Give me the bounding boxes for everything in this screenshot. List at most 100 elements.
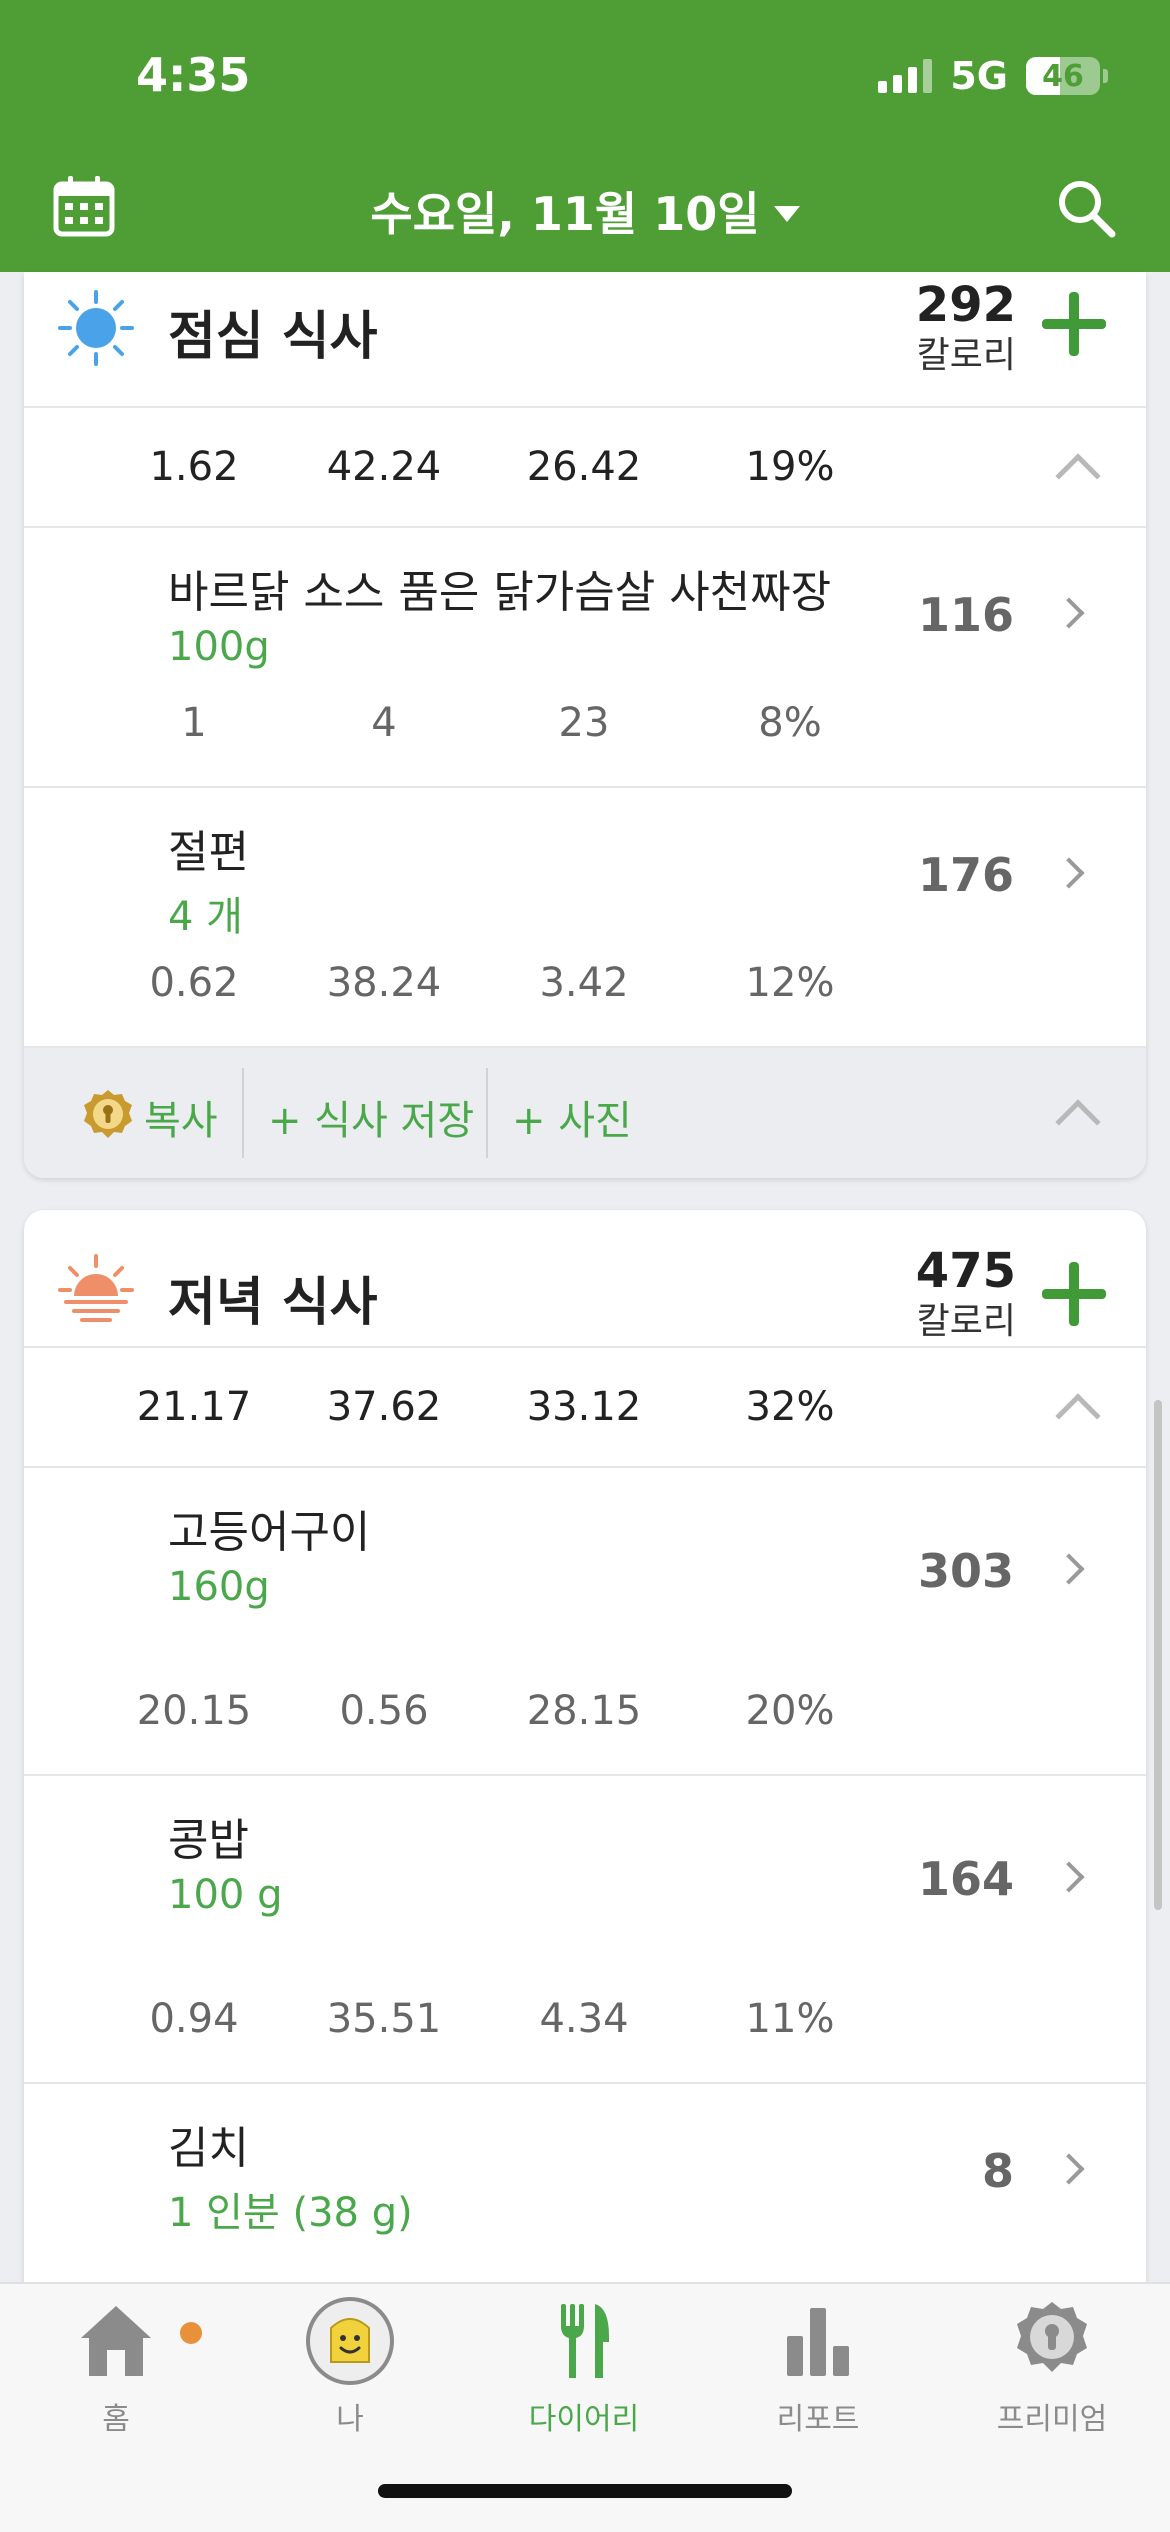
- food-item[interactable]: 바르닭 소스 품은 닭가슴살 사천짜장 100g 116 1 4 23 8%: [24, 528, 1146, 788]
- signal-icon: [878, 59, 933, 93]
- food-protein: 23: [558, 700, 610, 746]
- tab-label: 홈: [102, 2402, 130, 2437]
- bar-chart-icon: [787, 2308, 849, 2376]
- food-protein: 28.15: [526, 1688, 642, 1734]
- home-indicator: [378, 2484, 792, 2498]
- food-name: 고등어구이: [168, 1507, 371, 1558]
- dinner-rdi-total: 32%: [745, 1384, 835, 1430]
- dinner-calories: 475 칼로리: [916, 1242, 1016, 1344]
- food-quantity: 100g: [168, 624, 270, 670]
- save-meal-button[interactable]: + 식사 저장: [268, 1088, 474, 1146]
- food-fat: 0.62: [149, 960, 239, 1006]
- notification-dot: [180, 2322, 202, 2344]
- tab-label: 다이어리: [528, 2402, 640, 2437]
- tab-diary[interactable]: 다이어리: [484, 2296, 684, 2438]
- food-item[interactable]: 콩밥 100 g 164 0.94 35.51 4.34 11%: [24, 1776, 1146, 2084]
- status-time: 4:35: [136, 48, 251, 102]
- dinner-card: 저녁 식사 475 칼로리 21.17 37.62 33.12 32% 고등어구…: [24, 1210, 1146, 2290]
- fork-knife-icon: [561, 2304, 609, 2378]
- date-selector[interactable]: 수요일, 11월 10일: [0, 178, 1170, 244]
- food-rdi: 11%: [745, 1996, 835, 2042]
- battery-level: 46: [1042, 58, 1084, 94]
- food-calories: 8: [981, 2144, 1014, 2198]
- divider: [242, 1068, 244, 1158]
- collapse-chevron-icon[interactable]: [1055, 453, 1101, 499]
- status-indicators: 5G 46: [878, 54, 1108, 98]
- food-calories: 116: [917, 588, 1014, 642]
- food-item[interactable]: 김치 1 인분 (38 g) 8: [24, 2084, 1146, 2290]
- lunch-header[interactable]: 점심 식사 292 칼로리: [24, 272, 1146, 408]
- dinner-title: 저녁 식사: [168, 1273, 378, 1333]
- tab-report[interactable]: 리포트: [718, 2296, 918, 2438]
- lunch-title: 점심 식사: [168, 307, 378, 367]
- dinner-calories-unit: 칼로리: [916, 1301, 1016, 1342]
- food-carbs: 4: [371, 700, 397, 746]
- tab-label: 프리미엄: [996, 2402, 1108, 2437]
- food-fat: 1: [181, 700, 207, 746]
- avatar-icon: [306, 2297, 394, 2385]
- lunch-rdi-total: 19%: [745, 444, 835, 490]
- add-dinner-food-button[interactable]: [1042, 1262, 1106, 1326]
- lunch-macro-summary: 1.62 42.24 26.42 19%: [24, 408, 1146, 528]
- tab-label: 리포트: [776, 2402, 860, 2437]
- dinner-macro-summary: 21.17 37.62 33.12 32%: [24, 1348, 1146, 1468]
- chevron-right-icon: [1053, 857, 1085, 889]
- date-label: 수요일, 11월 10일: [370, 187, 760, 241]
- divider: [486, 1068, 488, 1158]
- chevron-right-icon: [1053, 597, 1085, 629]
- lunch-fat-total: 1.62: [149, 444, 239, 490]
- lunch-calories-unit: 칼로리: [916, 335, 1016, 376]
- add-lunch-food-button[interactable]: [1042, 292, 1106, 356]
- food-rdi: 8%: [758, 700, 822, 746]
- search-icon[interactable]: [1054, 176, 1118, 240]
- food-fat: 0.94: [149, 1996, 239, 2042]
- food-carbs: 35.51: [326, 1996, 442, 2042]
- lunch-calories-value: 292: [915, 277, 1016, 333]
- food-name: 김치: [168, 2123, 249, 2174]
- food-fat: 20.15: [136, 1688, 252, 1734]
- tab-me[interactable]: 나: [250, 2296, 450, 2438]
- sun-icon: [58, 290, 134, 366]
- lunch-calories: 292 칼로리: [916, 276, 1016, 378]
- tab-label: 나: [336, 2402, 364, 2437]
- tab-premium[interactable]: 프리미엄: [952, 2296, 1152, 2438]
- food-quantity: 1 인분 (38 g): [168, 2190, 413, 2236]
- premium-lock-icon: [84, 1090, 132, 1138]
- food-quantity: 100 g: [168, 1872, 283, 1918]
- dinner-header[interactable]: 저녁 식사 475 칼로리: [24, 1210, 1146, 1348]
- food-carbs: 0.56: [339, 1688, 429, 1734]
- collapse-chevron-icon[interactable]: [1055, 1099, 1101, 1145]
- chevron-right-icon: [1053, 1861, 1085, 1893]
- tab-home[interactable]: 홈: [16, 2296, 216, 2438]
- battery-icon: 46: [1026, 57, 1108, 95]
- chevron-right-icon: [1053, 2153, 1085, 2185]
- dinner-fat-total: 21.17: [136, 1384, 252, 1430]
- food-name: 바르닭 소스 품은 닭가슴살 사천짜장: [168, 567, 832, 618]
- food-calories: 176: [917, 848, 1014, 902]
- food-rdi: 20%: [745, 1688, 835, 1734]
- food-item[interactable]: 절편 4 개 176 0.62 38.24 3.42 12%: [24, 788, 1146, 1048]
- food-calories: 303: [917, 1544, 1014, 1598]
- food-quantity: 4 개: [168, 894, 243, 940]
- collapse-chevron-icon[interactable]: [1055, 1393, 1101, 1439]
- dinner-calories-value: 475: [915, 1243, 1016, 1299]
- lunch-protein-total: 26.42: [526, 444, 642, 490]
- food-carbs: 38.24: [326, 960, 442, 1006]
- caret-down-icon: [773, 205, 800, 222]
- sunset-icon: [58, 1254, 134, 1322]
- add-photo-button[interactable]: + 사진: [512, 1088, 632, 1146]
- food-quantity: 160g: [168, 1564, 270, 1610]
- network-type: 5G: [950, 54, 1008, 98]
- food-protein: 3.42: [539, 960, 629, 1006]
- food-item[interactable]: 고등어구이 160g 303 20.15 0.56 28.15 20%: [24, 1468, 1146, 1776]
- food-rdi: 12%: [745, 960, 835, 1006]
- food-protein: 4.34: [539, 1996, 629, 2042]
- copy-button[interactable]: 복사: [144, 1088, 218, 1146]
- lunch-actions-bar: 복사 + 식사 저장 + 사진: [24, 1048, 1146, 1178]
- home-icon: [81, 2306, 151, 2376]
- app-header: 4:35 5G 46 수요일, 11월 10일: [0, 0, 1170, 272]
- dinner-protein-total: 33.12: [526, 1384, 642, 1430]
- food-name: 절편: [168, 827, 249, 878]
- dinner-carbs-total: 37.62: [326, 1384, 442, 1430]
- scrollbar[interactable]: [1154, 1400, 1162, 1910]
